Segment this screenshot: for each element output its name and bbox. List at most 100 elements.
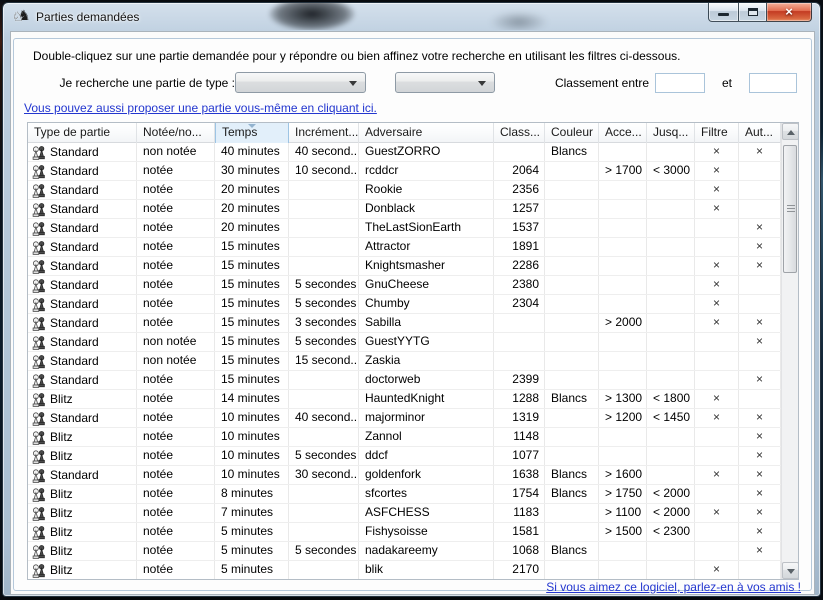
cell: 1068 xyxy=(494,542,545,560)
share-app-link[interactable]: Si vous aimez ce logiciel, parlez-en à v… xyxy=(546,580,801,594)
cell: × xyxy=(739,314,781,332)
table-row[interactable]: Blitznotée8 minutessfcortes1754Blancs> 1… xyxy=(28,485,781,504)
cell: × xyxy=(739,257,781,275)
table-row[interactable]: Standardnotée20 minutesDonblack1257× xyxy=(28,200,781,219)
cell xyxy=(545,409,599,427)
cell xyxy=(545,447,599,465)
scroll-down-button[interactable] xyxy=(782,562,799,579)
table-row[interactable]: Standardnotée10 minutes40 second...major… xyxy=(28,409,781,428)
minimize-button[interactable] xyxy=(708,3,738,22)
cell xyxy=(545,352,599,370)
cell xyxy=(739,561,781,579)
cell: 15 minutes xyxy=(215,257,289,275)
column-header-incrément[interactable]: Incrément... xyxy=(289,123,359,143)
chess-pawns-icon xyxy=(31,430,48,445)
table-row[interactable]: Standardnon notée40 minutes40 second...G… xyxy=(28,143,781,162)
column-header-class[interactable]: Class... xyxy=(494,123,545,143)
table-row[interactable]: Standardnotée30 minutes10 second...rcddc… xyxy=(28,162,781,181)
column-header-acce[interactable]: Acce... xyxy=(599,123,647,143)
time-control-select[interactable] xyxy=(395,72,495,93)
table-row[interactable]: Standardnotée20 minutesRookie2356× xyxy=(28,181,781,200)
cell: Donblack xyxy=(359,200,494,218)
games-table[interactable]: Type de partieNotée/no...TempsIncrément.… xyxy=(27,122,799,580)
propose-game-link[interactable]: Vous pouvez aussi proposer une partie vo… xyxy=(24,101,377,115)
column-header-temps[interactable]: Temps xyxy=(215,123,289,143)
table-row[interactable]: Standardnotée15 minutes5 secondesGnuChee… xyxy=(28,276,781,295)
table-row[interactable]: Blitznotée10 minutesZannol1148× xyxy=(28,428,781,447)
cell: notée xyxy=(137,428,215,446)
rating-max-input[interactable] xyxy=(749,73,797,93)
table-row[interactable]: Standardnotée10 minutes30 second...golde… xyxy=(28,466,781,485)
cell xyxy=(695,238,739,256)
table-row[interactable]: Standardnon notée15 minutes15 second...Z… xyxy=(28,352,781,371)
rating-min-input[interactable] xyxy=(655,73,705,93)
window: ♞ ♘ Parties demandées × Double-cliquez s… xyxy=(2,2,821,597)
chess-pawns-icon xyxy=(31,164,48,179)
column-header-typedepartie[interactable]: Type de partie xyxy=(28,123,137,143)
cell: 30 minutes xyxy=(215,162,289,180)
table-row[interactable]: Standardnotée20 minutesTheLastSionEarth1… xyxy=(28,219,781,238)
cell xyxy=(695,219,739,237)
table-row[interactable]: Blitznotée14 minutesHauntedKnight1288Bla… xyxy=(28,390,781,409)
cell: 15 minutes xyxy=(215,333,289,351)
cell: non notée xyxy=(137,352,215,370)
cell: notée xyxy=(137,523,215,541)
table-row[interactable]: Blitznotée10 minutes5 secondesddcf1077× xyxy=(28,447,781,466)
maximize-button[interactable] xyxy=(738,3,767,22)
table-row[interactable]: Blitznotée7 minutesASFCHESS1183> 1100< 2… xyxy=(28,504,781,523)
table-row[interactable]: Blitznotée5 minutesFishysoisse1581> 1500… xyxy=(28,523,781,542)
cell: notée xyxy=(137,200,215,218)
column-header-jusq[interactable]: Jusq... xyxy=(647,123,695,143)
scroll-up-button[interactable] xyxy=(782,123,799,140)
cell: 8 minutes xyxy=(215,485,289,503)
cell-type: Blitz xyxy=(28,447,137,465)
cell xyxy=(494,314,545,332)
cell: Rookie xyxy=(359,181,494,199)
cell xyxy=(545,333,599,351)
column-header-adversaire[interactable]: Adversaire xyxy=(359,123,494,143)
cell xyxy=(739,390,781,408)
cell: 5 minutes xyxy=(215,523,289,541)
vertical-scrollbar[interactable] xyxy=(781,123,798,579)
cell-type: Standard xyxy=(28,143,137,161)
table-row[interactable]: Standardnotée15 minutesdoctorweb2399× xyxy=(28,371,781,390)
maximize-icon xyxy=(748,8,758,16)
table-row[interactable]: Standardnotée15 minutesKnightsmasher2286… xyxy=(28,257,781,276)
wallpaper-glass-smudge xyxy=(269,3,355,30)
table-row[interactable]: Blitznotée5 minutesblik2170× xyxy=(28,561,781,579)
table-row[interactable]: Blitznotée5 minutes5 secondesnadakareemy… xyxy=(28,542,781,561)
cell xyxy=(545,200,599,218)
column-header-notéeno[interactable]: Notée/no... xyxy=(137,123,215,143)
cell xyxy=(545,276,599,294)
cell: < 2300 xyxy=(647,523,695,541)
chess-pawns-icon xyxy=(31,525,48,540)
table-row[interactable]: Standardnon notée15 minutes5 secondesGue… xyxy=(28,333,781,352)
column-header-couleur[interactable]: Couleur xyxy=(545,123,599,143)
cell: × xyxy=(739,504,781,522)
cell: 1288 xyxy=(494,390,545,408)
cell: 1537 xyxy=(494,219,545,237)
titlebar[interactable]: ♞ ♘ Parties demandées × xyxy=(3,3,820,30)
game-type-select[interactable] xyxy=(235,72,366,93)
cell xyxy=(739,181,781,199)
cell: 5 minutes xyxy=(215,542,289,560)
cell: majorminor xyxy=(359,409,494,427)
table-row[interactable]: Standardnotée15 minutes5 secondesChumby2… xyxy=(28,295,781,314)
cell: < 1800 xyxy=(647,390,695,408)
close-button[interactable]: × xyxy=(767,3,812,22)
cell: < 3000 xyxy=(647,162,695,180)
cell xyxy=(647,257,695,275)
cell-type: Standard xyxy=(28,314,137,332)
cell xyxy=(599,333,647,351)
cell xyxy=(647,143,695,161)
cell: × xyxy=(739,143,781,161)
table-row[interactable]: Standardnotée15 minutes3 secondesSabilla… xyxy=(28,314,781,333)
chess-pawns-icon xyxy=(31,487,48,502)
column-header-aut[interactable]: Aut... xyxy=(739,123,781,143)
chess-pawns-icon xyxy=(31,449,48,464)
cell: notée xyxy=(137,257,215,275)
column-header-filtre[interactable]: Filtre xyxy=(695,123,739,143)
scrollbar-thumb[interactable] xyxy=(783,145,797,273)
cell xyxy=(647,333,695,351)
table-row[interactable]: Standardnotée15 minutesAttractor1891× xyxy=(28,238,781,257)
